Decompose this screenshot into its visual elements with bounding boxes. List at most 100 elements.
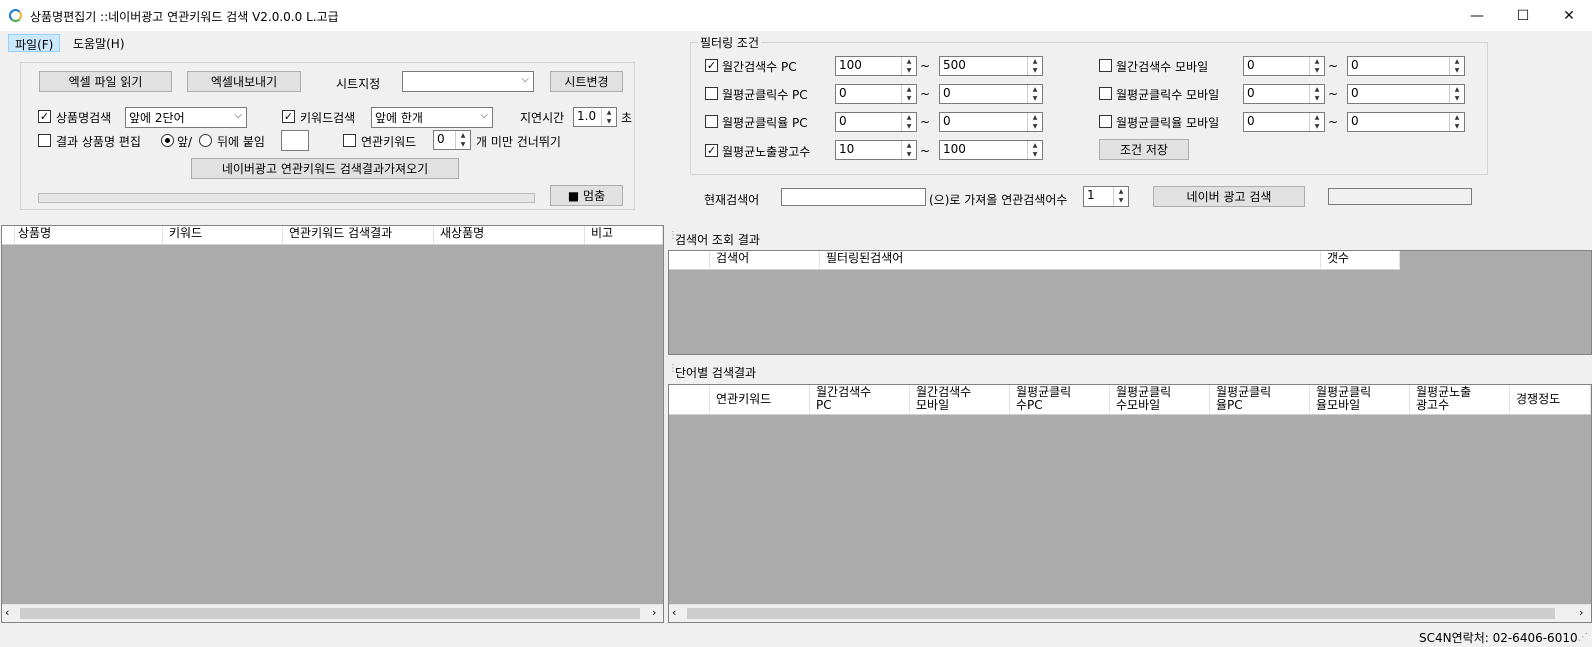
filter-max-input[interactable]: 0 ▲ ▼ <box>1347 112 1465 132</box>
append-text-input[interactable] <box>281 130 309 151</box>
progress-bar <box>38 193 535 203</box>
query-result-grid[interactable]: 검색어 필터링된검색어 갯수 <box>668 250 1592 355</box>
scrollbar-thumb[interactable] <box>687 608 1555 619</box>
column-header[interactable]: 월평균클릭 수PC <box>1010 385 1110 414</box>
spin-arrows-icon[interactable]: ▲ ▼ <box>1449 85 1464 103</box>
sheet-select[interactable]: ⌵ <box>402 71 534 92</box>
scroll-left-icon[interactable]: ‹ <box>672 606 676 619</box>
column-header[interactable]: 월평균노출 광고수 <box>1410 385 1510 414</box>
excel-read-button[interactable]: 엑셀 파일 읽기 <box>39 71 172 92</box>
filter-max-input[interactable]: 0 ▲ ▼ <box>1347 84 1465 104</box>
spin-arrows-icon[interactable]: ▲ ▼ <box>901 85 916 103</box>
related-keyword-checkbox[interactable] <box>343 134 356 147</box>
filter-min-input[interactable]: 0 ▲ ▼ <box>1243 56 1325 76</box>
column-header[interactable]: 월간검색수 모바일 <box>910 385 1010 414</box>
status-field <box>1328 188 1472 205</box>
column-header[interactable]: 월간검색수 PC <box>810 385 910 414</box>
filter-min-input[interactable]: 0 ▲ ▼ <box>1243 112 1325 132</box>
filter-min-input[interactable]: 0 ▲ ▼ <box>1243 84 1325 104</box>
scrollbar-thumb[interactable] <box>20 608 640 619</box>
radio-front[interactable] <box>161 134 174 147</box>
stop-button[interactable]: ■ 멈춤 <box>550 185 623 206</box>
count-label: (으)로 가져올 연관검색어수 <box>929 193 1068 207</box>
filter-checkbox-monthly-click-pc[interactable] <box>705 87 718 100</box>
filter-min-input[interactable]: 0 ▲ ▼ <box>835 84 917 104</box>
spin-arrows-icon[interactable]: ▲ ▼ <box>1027 85 1042 103</box>
delay-spinner[interactable]: 1.0 ▲ ▼ <box>573 107 617 127</box>
window-title: 상품명편집기 ::네이버광고 연관키워드 검색 V2.0.0.0 L.고급 <box>30 10 339 24</box>
column-header[interactable]: 연관키워드 검색결과 <box>283 226 434 244</box>
chevron-down-icon: ⌵ <box>521 74 529 85</box>
filter-max-input[interactable]: 500 ▲ ▼ <box>939 56 1043 76</box>
column-header[interactable]: 검색어 <box>710 251 820 269</box>
filter-max-input[interactable]: 100 ▲ ▼ <box>939 140 1043 160</box>
radio-back[interactable] <box>199 134 212 147</box>
close-button[interactable]: ✕ <box>1546 0 1592 31</box>
column-header[interactable]: 새상품명 <box>434 226 585 244</box>
spin-arrows-icon[interactable]: ▲ ▼ <box>901 57 916 75</box>
word-result-grid[interactable]: 연관키워드 월간검색수 PC 월간검색수 모바일 월평균클릭 수PC 월평균클릭 수모바… <box>668 384 1592 623</box>
product-grid[interactable]: 상품명 키워드 연관키워드 검색결과 새상품명 비고 ‹ › <box>1 225 664 623</box>
column-header[interactable]: 연관키워드 <box>710 385 810 414</box>
filter-min-input[interactable]: 10 ▲ ▼ <box>835 140 917 160</box>
related-keyword-spinner[interactable]: 0 ▲ ▼ <box>433 130 471 150</box>
filter-min-input[interactable]: 0 ▲ ▼ <box>835 112 917 132</box>
edit-result-checkbox[interactable] <box>38 134 51 147</box>
filter-checkbox-monthly-click-mobile[interactable] <box>1099 87 1112 100</box>
product-search-select[interactable]: 앞에 2단어 ⌵ <box>125 107 247 128</box>
spin-arrows-icon[interactable]: ▲ ▼ <box>1309 57 1324 75</box>
keyword-search-checkbox[interactable]: ✓ <box>282 110 295 123</box>
column-header[interactable]: 월평균클릭 율PC <box>1210 385 1310 414</box>
spin-arrows-icon[interactable]: ▲ ▼ <box>601 108 616 126</box>
spin-arrows-icon[interactable]: ▲ ▼ <box>1027 141 1042 159</box>
spin-arrows-icon[interactable]: ▲ ▼ <box>1309 85 1324 103</box>
save-filter-button[interactable]: 조건 저장 <box>1099 139 1189 160</box>
filter-checkbox-monthly-search-mobile[interactable] <box>1099 59 1112 72</box>
resize-grip-icon[interactable]: ⋰ <box>1578 632 1588 643</box>
keyword-search-select[interactable]: 앞에 한개 ⌵ <box>371 107 493 128</box>
excel-export-button[interactable]: 엑셀내보내기 <box>187 71 301 92</box>
current-search-label: 현재검색어 <box>704 193 760 207</box>
filter-min-input[interactable]: 100 ▲ ▼ <box>835 56 917 76</box>
scroll-right-icon[interactable]: › <box>1579 606 1583 619</box>
filter-max-input[interactable]: 0 ▲ ▼ <box>939 112 1043 132</box>
horizontal-scrollbar[interactable]: ‹ › <box>669 604 1591 622</box>
column-header[interactable]: 갯수 <box>1321 251 1400 269</box>
column-header[interactable]: 경쟁정도 <box>1510 385 1591 414</box>
filter-checkbox-monthly-search-pc[interactable]: ✓ <box>705 59 718 72</box>
column-header[interactable]: 비고 <box>585 226 663 244</box>
column-header[interactable]: 월평균클릭 율모바일 <box>1310 385 1410 414</box>
spin-arrows-icon[interactable]: ▲ ▼ <box>455 131 470 149</box>
maximize-button[interactable]: ☐ <box>1500 0 1546 31</box>
column-header[interactable]: 키워드 <box>163 226 283 244</box>
naver-ad-search-button[interactable]: 네이버 광고 검색 <box>1153 186 1305 207</box>
fetch-results-button[interactable]: 네이버광고 연관키워드 검색결과가져오기 <box>191 158 459 179</box>
spin-arrows-icon[interactable]: ▲ ▼ <box>1113 187 1128 206</box>
scroll-left-icon[interactable]: ‹ <box>5 606 9 619</box>
spin-arrows-icon[interactable]: ▲ ▼ <box>1027 57 1042 75</box>
spin-arrows-icon[interactable]: ▲ ▼ <box>1449 113 1464 131</box>
column-header[interactable]: 필터링된검색어 <box>820 251 1321 269</box>
filter-title: 필터링 조건 <box>698 34 762 51</box>
menu-help[interactable]: 도움말(H) <box>67 34 131 52</box>
column-header[interactable]: 상품명 <box>12 226 163 244</box>
menu-file[interactable]: 파일(F) <box>8 34 61 52</box>
spin-arrows-icon[interactable]: ▲ ▼ <box>1309 113 1324 131</box>
filter-checkbox-monthly-ctr-pc[interactable] <box>705 115 718 128</box>
current-search-input[interactable] <box>781 188 926 206</box>
spin-arrows-icon[interactable]: ▲ ▼ <box>901 113 916 131</box>
column-header[interactable]: 월평균클릭 수모바일 <box>1110 385 1210 414</box>
filter-checkbox-monthly-ctr-mobile[interactable] <box>1099 115 1112 128</box>
count-spinner[interactable]: 1 ▲ ▼ <box>1083 186 1129 207</box>
filter-checkbox-avg-ads[interactable]: ✓ <box>705 144 718 157</box>
filter-max-input[interactable]: 0 ▲ ▼ <box>939 84 1043 104</box>
spin-arrows-icon[interactable]: ▲ ▼ <box>901 141 916 159</box>
spin-arrows-icon[interactable]: ▲ ▼ <box>1449 57 1464 75</box>
spin-arrows-icon[interactable]: ▲ ▼ <box>1027 113 1042 131</box>
filter-max-input[interactable]: 0 ▲ ▼ <box>1347 56 1465 76</box>
scroll-right-icon[interactable]: › <box>652 606 656 619</box>
sheet-change-button[interactable]: 시트변경 <box>550 71 623 92</box>
product-search-checkbox[interactable]: ✓ <box>38 110 51 123</box>
horizontal-scrollbar[interactable]: ‹ › <box>2 604 663 622</box>
minimize-button[interactable]: — <box>1454 0 1500 31</box>
